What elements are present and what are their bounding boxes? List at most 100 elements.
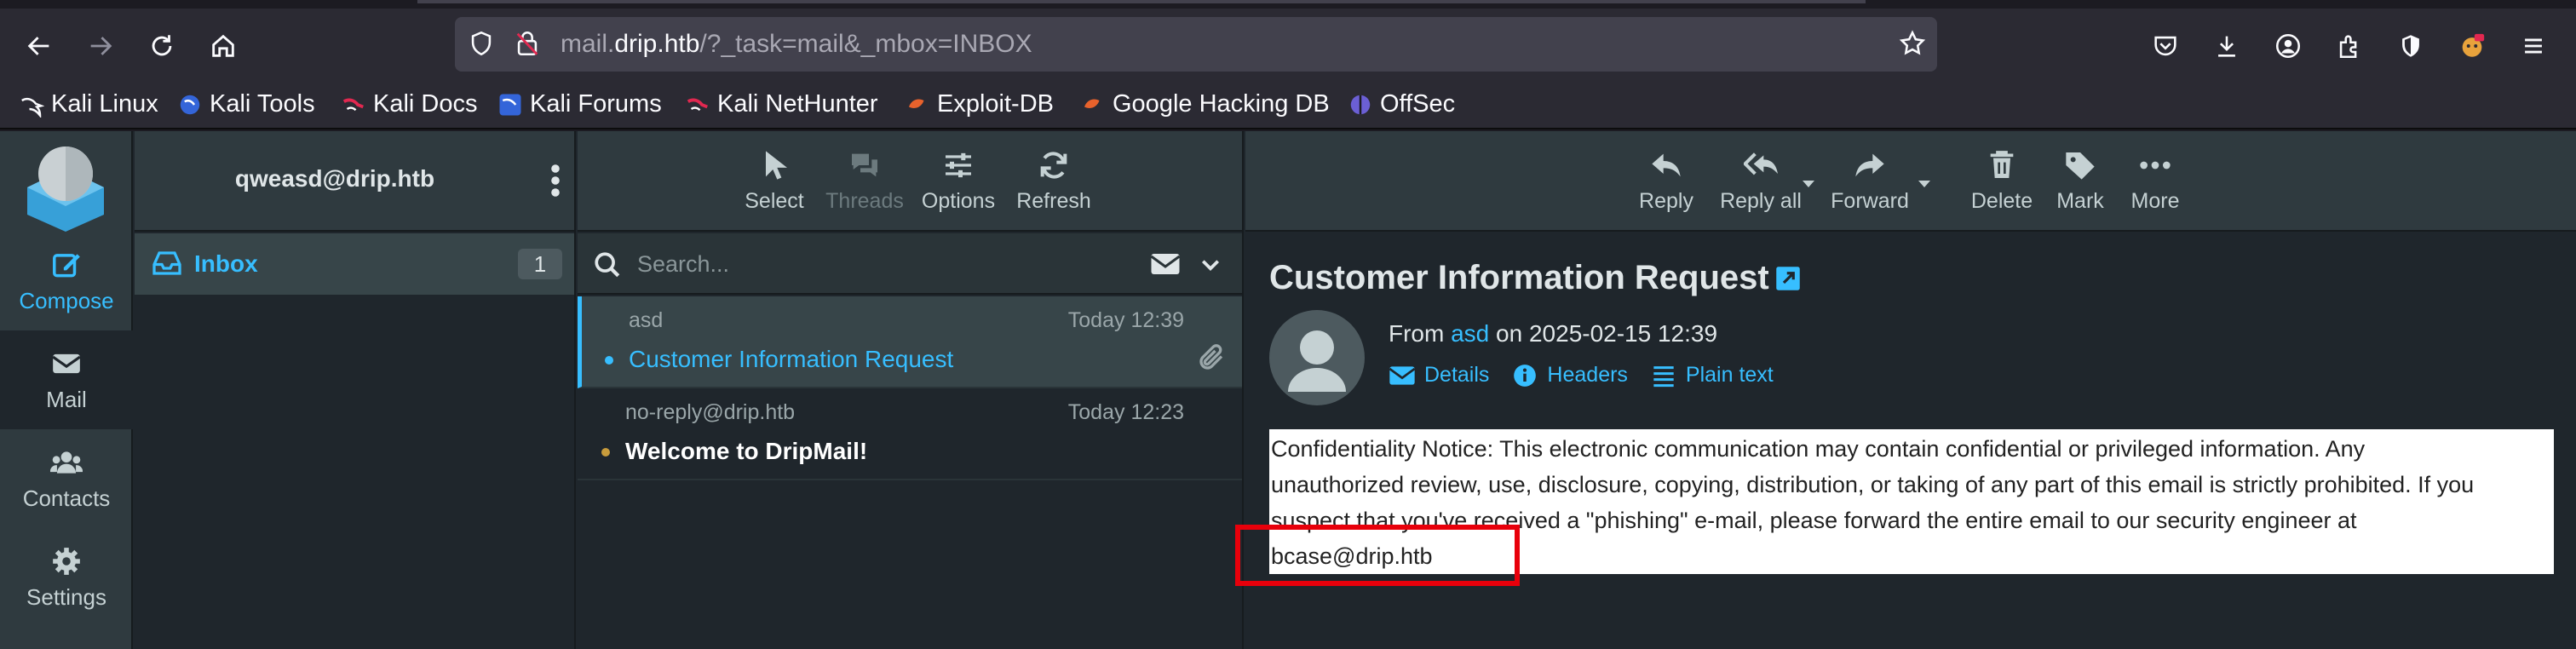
lines-icon — [1653, 365, 1674, 387]
bookmarks-toolbar: Kali Linux Kali Tools Kali Docs Kali For… — [0, 82, 2576, 129]
delete-label: Delete — [1970, 189, 2033, 213]
pocket-button[interactable] — [2142, 22, 2189, 70]
roundcube-logo-icon[interactable] — [19, 140, 112, 233]
chevron-down-icon[interactable] — [1199, 254, 1222, 276]
message-toolbar: Reply Reply all Forward Delete Mark More — [1245, 131, 2576, 232]
contacts-button[interactable]: Contacts — [0, 429, 133, 528]
extensions-button[interactable] — [2326, 22, 2373, 70]
url-prefix: mail. — [561, 30, 615, 58]
mark-label: Mark — [2056, 189, 2104, 213]
user-silhouette-icon — [1288, 330, 1346, 392]
lock-icon[interactable] — [513, 29, 542, 58]
message-date: Today 12:39 — [1067, 308, 1184, 332]
more-dots-icon — [2140, 161, 2171, 169]
reply-button[interactable]: Reply — [1632, 148, 1700, 214]
refresh-label: Refresh — [1016, 189, 1091, 213]
sliders-icon — [946, 152, 971, 178]
bookmark-star-button[interactable] — [1898, 29, 1927, 62]
delete-button[interactable]: Delete — [1966, 148, 2038, 214]
avatar — [1269, 310, 1365, 405]
threads-label: Threads — [825, 189, 904, 213]
home-button[interactable] — [199, 22, 247, 70]
bookmark-google-hacking-db[interactable]: Google Hacking DB — [1080, 90, 1330, 118]
select-button[interactable]: Select — [736, 148, 813, 214]
refresh-icon — [1040, 152, 1067, 179]
url-bar[interactable]: mail.drip.htb/?_task=mail&_mbox=INBOX — [455, 17, 1937, 72]
downloads-button[interactable] — [2203, 22, 2251, 70]
more-button[interactable]: More — [2123, 148, 2188, 214]
search-input[interactable] — [637, 247, 1114, 281]
reply-all-icon — [1744, 152, 1778, 175]
app-menu-button[interactable] — [2510, 22, 2557, 70]
bookmark-kali-nethunter[interactable]: Kali NetHunter — [685, 90, 878, 118]
star-icon — [1899, 30, 1926, 55]
header-links: Details Headers Plain text — [1389, 363, 1774, 388]
url-text: mail.drip.htb/?_task=mail&_mbox=INBOX — [561, 30, 1032, 59]
caret-down-icon[interactable] — [1801, 179, 1816, 189]
details-label: Details — [1424, 363, 1490, 387]
forward-arrow-icon — [1855, 153, 1884, 177]
threads-button[interactable]: Threads — [818, 148, 911, 214]
open-in-new-window-icon[interactable] — [1775, 266, 1801, 291]
account-button[interactable] — [2264, 22, 2312, 70]
envelope-filter-icon[interactable] — [1150, 250, 1181, 278]
contacts-icon — [50, 451, 83, 474]
mail-button[interactable]: Mail — [0, 330, 133, 429]
refresh-button[interactable]: Refresh — [1007, 148, 1101, 214]
compose-button[interactable]: Compose — [0, 232, 133, 330]
plain-text-link[interactable]: Plain text — [1650, 363, 1774, 388]
profile-badge-icon — [2462, 33, 2485, 57]
account-name: qweasd@drip.htb — [234, 165, 435, 192]
reply-label: Reply — [1639, 189, 1693, 213]
headers-link[interactable]: Headers — [1511, 363, 1628, 388]
folders-header: qweasd@drip.htb — [135, 131, 574, 232]
ublock-button[interactable] — [2387, 22, 2435, 70]
envelope-icon — [1389, 365, 1416, 385]
compose-label: Compose — [19, 288, 114, 313]
reply-all-button[interactable]: Reply all — [1705, 148, 1816, 214]
task-menu: Compose Mail Contacts Settings — [0, 131, 133, 649]
reply-icon — [1652, 153, 1681, 177]
bookmark-kali-forums[interactable]: Kali Forums — [497, 90, 662, 118]
forward-button[interactable] — [77, 22, 124, 70]
profile-badge-button[interactable] — [2448, 22, 2496, 70]
message-date-text: on 2025-02-15 12:39 — [1496, 320, 1718, 347]
message-row[interactable]: no-reply@drip.htb Today 12:23 Welcome to… — [578, 388, 1242, 480]
message-from: asd — [629, 308, 664, 332]
bookmark-kali-linux[interactable]: Kali Linux — [19, 90, 158, 118]
kebab-menu-icon[interactable] — [549, 164, 562, 198]
bookmark-offsec[interactable]: OffSec — [1348, 90, 1455, 118]
browser-tabstrip — [0, 0, 2576, 9]
bookmark-label: Kali Forums — [530, 90, 662, 118]
folder-inbox[interactable]: Inbox 1 — [135, 233, 574, 295]
reload-button[interactable] — [138, 22, 186, 70]
sender-link[interactable]: asd — [1451, 320, 1489, 347]
body-line: Confidentiality Notice: This electronic … — [1271, 436, 2366, 462]
bookmark-kali-docs[interactable]: Kali Docs — [341, 90, 478, 118]
bookmark-exploit-db[interactable]: Exploit-DB — [905, 90, 1054, 118]
settings-button[interactable]: Settings — [0, 528, 133, 627]
nethunter-icon — [687, 98, 708, 111]
bookmark-kali-tools[interactable]: Kali Tools — [177, 90, 315, 118]
download-icon — [2218, 36, 2235, 57]
shield-icon[interactable] — [467, 29, 496, 58]
bookmark-label: OffSec — [1380, 90, 1456, 118]
account-icon — [2275, 33, 2301, 59]
from-line: From asd on 2025-02-15 12:39 — [1389, 320, 1717, 347]
caret-down-icon[interactable] — [1917, 179, 1932, 189]
forward-label: Forward — [1831, 189, 1909, 213]
message-from: no-reply@drip.htb — [625, 400, 796, 424]
mark-button[interactable]: Mark — [2046, 148, 2114, 214]
search-icon — [595, 252, 620, 278]
tag-icon — [2066, 152, 2095, 180]
message-list-pane: Select Threads Options Refresh asd Tod — [578, 131, 1244, 649]
message-row[interactable]: asd Today 12:39 Customer Information Req… — [578, 296, 1242, 388]
back-button[interactable] — [15, 22, 63, 70]
select-label: Select — [745, 189, 804, 213]
unread-dot-icon — [601, 448, 610, 457]
bookmark-label: Exploit-DB — [937, 90, 1054, 118]
paperclip-icon — [1199, 344, 1223, 370]
options-button[interactable]: Options — [911, 148, 1005, 214]
forward-message-button[interactable]: Forward — [1825, 148, 1915, 214]
details-link[interactable]: Details — [1389, 363, 1489, 388]
